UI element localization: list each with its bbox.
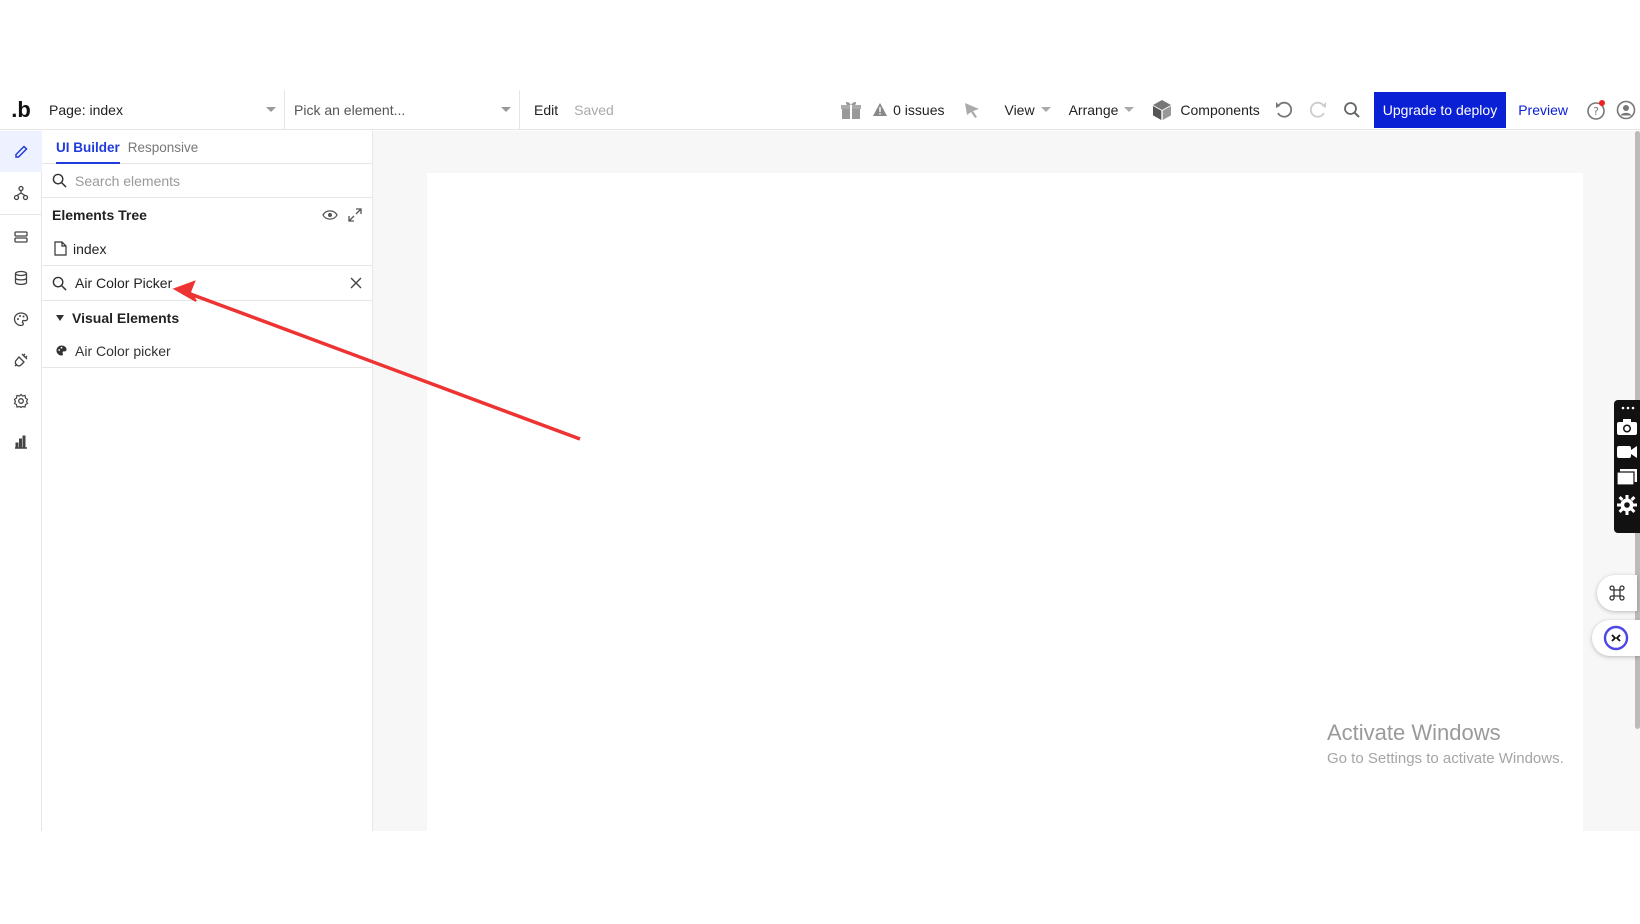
shortcuts-fab[interactable] [1597, 575, 1637, 611]
list-item[interactable]: Air Color picker [42, 334, 372, 368]
bubble-editor: .b Page: index Pick an element... Edit S… [0, 89, 1640, 831]
rail-workflow[interactable] [0, 172, 42, 213]
panel-tabs: UI Builder Responsive [42, 131, 372, 164]
rail-design[interactable] [0, 131, 42, 172]
group-label: Visual Elements [72, 309, 180, 326]
more-dots-icon[interactable] [1617, 406, 1637, 410]
rail-styles[interactable] [0, 298, 42, 339]
components-button[interactable]: Components [1152, 99, 1269, 121]
elements-tree-header: Elements Tree [42, 198, 372, 232]
issues-indicator[interactable]: 0 issues [873, 102, 944, 118]
issues-count: 0 issues [893, 101, 945, 118]
tree-actions [322, 208, 362, 222]
gift-icon[interactable] [837, 90, 865, 130]
filter-input-value[interactable]: Air Color Picker [75, 275, 172, 291]
chevron-down-icon [266, 107, 276, 112]
rail-backend[interactable] [0, 216, 42, 257]
element-filter[interactable]: Air Color Picker [42, 266, 372, 301]
pencil-icon [15, 144, 28, 158]
palette-icon [13, 311, 29, 326]
tab-responsive[interactable]: Responsive [128, 140, 199, 155]
account-avatar-icon[interactable] [1612, 90, 1640, 130]
palette-icon [56, 345, 67, 356]
bar-chart-icon [15, 435, 27, 449]
search-icon [52, 173, 67, 188]
assistant-fab[interactable] [1592, 620, 1640, 656]
element-picker[interactable]: Pick an element... [285, 89, 520, 130]
file-icon [54, 241, 67, 256]
rail-data[interactable] [0, 257, 42, 298]
watermark-subtitle: Go to Settings to activate Windows. [1327, 750, 1564, 767]
element-picker-placeholder: Pick an element... [294, 101, 406, 118]
search-input-placeholder: Search elements [75, 172, 181, 189]
rail-settings[interactable] [0, 380, 42, 421]
command-key-icon [1609, 585, 1625, 601]
video-camera-icon[interactable] [1616, 444, 1638, 460]
plug-icon [14, 353, 28, 367]
edit-mode-label[interactable]: Edit [534, 102, 558, 118]
top-toolbar: .b Page: index Pick an element... Edit S… [0, 89, 1640, 130]
rail-plugins[interactable] [0, 339, 42, 380]
database-icon [14, 270, 28, 285]
page-selector-label: Page: index [49, 101, 123, 118]
view-menu[interactable]: View [1004, 101, 1051, 118]
chevron-down-icon [1040, 107, 1051, 112]
page-selector[interactable]: Page: index [42, 89, 285, 130]
assistant-face-icon [1603, 625, 1629, 651]
recorder-toolbar [1614, 400, 1640, 533]
inspect-cursor-icon[interactable] [958, 90, 986, 130]
cube-icon [1153, 99, 1172, 120]
window-capture-icon[interactable] [1616, 468, 1638, 486]
search-icon[interactable] [1338, 90, 1366, 130]
group-visual-elements[interactable]: Visual Elements [42, 301, 372, 334]
tab-ui-builder[interactable]: UI Builder [56, 131, 120, 164]
search-icon [52, 276, 67, 291]
tree-page-index[interactable]: index [42, 232, 372, 266]
rail-logs[interactable] [0, 421, 42, 462]
save-status: Saved [574, 101, 614, 118]
workflow-icon [13, 185, 29, 200]
close-icon[interactable] [350, 277, 362, 289]
chevron-down-icon [501, 107, 511, 112]
watermark-title: Activate Windows [1327, 720, 1501, 745]
warning-icon [873, 103, 888, 116]
gear-icon [13, 393, 29, 408]
page-name: index [73, 240, 107, 257]
upgrade-to-deploy-button[interactable]: Upgrade to deploy [1373, 91, 1507, 128]
windows-activation-watermark: Activate Windows Go to Settings to activ… [1327, 720, 1564, 767]
bubble-logo[interactable]: .b [0, 90, 42, 130]
expand-icon[interactable] [348, 208, 362, 222]
preview-link[interactable]: Preview [1518, 102, 1568, 118]
elements-panel: UI Builder Responsive Search elements El… [42, 131, 373, 831]
redo-icon[interactable] [1304, 90, 1332, 130]
elements-tree-title: Elements Tree [52, 207, 147, 223]
server-icon [14, 230, 28, 243]
undo-icon[interactable] [1270, 90, 1298, 130]
view-menu-label: View [1004, 101, 1035, 118]
element-search[interactable]: Search elements [42, 164, 372, 198]
collapse-triangle-icon [56, 314, 64, 321]
left-nav-rail [0, 131, 42, 831]
arrange-menu[interactable]: Arrange [1069, 102, 1135, 118]
rail-divider [0, 214, 42, 215]
svg-text:?: ? [1593, 105, 1599, 118]
list-item-label: Air Color picker [75, 342, 171, 359]
chevron-down-icon [1124, 107, 1135, 112]
components-label: Components [1180, 101, 1260, 118]
element-filter-left: Air Color Picker [52, 275, 172, 291]
gear-icon[interactable] [1616, 494, 1638, 516]
arrange-menu-label: Arrange [1068, 101, 1119, 118]
eye-icon[interactable] [322, 209, 338, 221]
camera-icon[interactable] [1616, 418, 1638, 436]
help-icon[interactable]: ? [1582, 90, 1610, 130]
